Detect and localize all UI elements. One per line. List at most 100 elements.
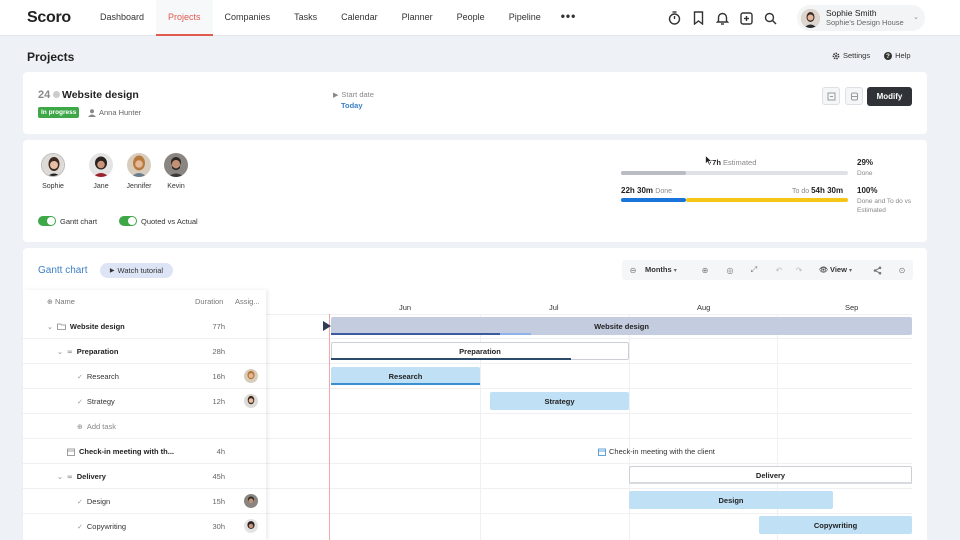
done-todo-percent-label: Done and To do vs Estimated — [857, 198, 912, 214]
zoom-out-icon[interactable]: ⊖ — [625, 262, 641, 278]
phase-icon: ≂ — [66, 473, 73, 481]
toggle-switch[interactable] — [119, 216, 137, 226]
task-row-website-design[interactable]: ⌄ Website design — [47, 322, 125, 331]
progress-fill — [331, 383, 480, 385]
redo-icon[interactable]: ↷ — [791, 262, 807, 278]
settings-icon[interactable]: ⊙ — [894, 262, 910, 278]
today-marker-line — [329, 314, 330, 540]
nav-people[interactable]: People — [445, 0, 497, 36]
task-duration: 77h — [212, 322, 225, 331]
estimated-text: 77h Estimated — [708, 158, 757, 167]
project-owner[interactable]: Anna Hunter — [88, 108, 141, 117]
assignee-avatar[interactable] — [244, 494, 258, 508]
task-duration: 4h — [216, 447, 225, 456]
team-member-sophie[interactable]: Sophie — [33, 153, 73, 190]
watch-tutorial-button[interactable]: ▶ Watch tutorial — [100, 263, 173, 278]
bookmark-icon[interactable] — [690, 9, 706, 27]
gantt-bar-design[interactable]: Design — [629, 491, 833, 509]
done-todo-percent: 100% — [857, 186, 878, 195]
month-label-sep: Sep — [845, 303, 859, 312]
triangle-right-icon: ▶ — [333, 91, 339, 99]
assignee-avatar[interactable] — [244, 519, 258, 533]
scoro-logo[interactable]: Scoro — [27, 9, 71, 27]
estimated-progress-fill — [621, 171, 686, 175]
nav-calendar[interactable]: Calendar — [329, 0, 390, 36]
add-task-button[interactable]: ⊕ Add task — [77, 422, 116, 431]
progress-fill — [500, 333, 531, 335]
task-row-research[interactable]: ✓ Research — [77, 372, 119, 381]
zoom-level-select[interactable]: Months ▾ — [645, 265, 677, 274]
task-row-design[interactable]: ✓ Design — [77, 497, 110, 506]
nav-dashboard[interactable]: Dashboard — [88, 0, 156, 36]
todo-progress-fill — [686, 198, 848, 202]
more-menu-icon[interactable]: ••• — [553, 0, 585, 36]
task-icon: ✓ — [77, 498, 83, 506]
task-row-strategy[interactable]: ✓ Strategy — [77, 397, 115, 406]
nav-pipeline[interactable]: Pipeline — [497, 0, 553, 36]
gantt-milestone-check-in[interactable]: Check-in meeting with the client — [598, 447, 715, 456]
start-date-value[interactable]: Today — [341, 101, 363, 110]
task-row-preparation[interactable]: ⌄ ≂ Preparation — [57, 347, 118, 356]
user-menu[interactable]: Sophie Smith Sophie's Design House ⌄ — [797, 5, 925, 31]
avatar — [41, 153, 65, 177]
database-icon — [850, 92, 858, 100]
search-icon[interactable] — [762, 9, 778, 27]
toggle-switch[interactable] — [38, 216, 56, 226]
settings-label: Settings — [843, 51, 871, 60]
team-member-kevin[interactable]: Kevin — [156, 153, 196, 190]
fullscreen-icon[interactable]: ⤢ — [746, 262, 762, 278]
assignee-avatar[interactable] — [244, 394, 258, 408]
avatar — [164, 153, 188, 177]
task-duration: 15h — [212, 497, 225, 506]
modify-button[interactable]: Modify — [867, 87, 912, 106]
avatar — [127, 153, 151, 177]
calendar-icon — [67, 448, 75, 456]
team-member-jennifer[interactable]: Jennifer — [119, 153, 159, 190]
share-icon[interactable] — [869, 262, 885, 278]
database-button[interactable] — [845, 87, 863, 105]
view-select[interactable]: 👁 View ▾ — [819, 265, 852, 274]
user-company: Sophie's Design House — [826, 18, 904, 27]
page-title: Projects — [27, 50, 75, 64]
help-link[interactable]: ? Help — [884, 51, 911, 60]
task-duration: 12h — [212, 397, 225, 406]
quoted-vs-actual-toggle[interactable]: Quoted vs Actual — [119, 216, 198, 226]
task-icon: ✓ — [77, 398, 83, 406]
task-row-check-in-meeting[interactable]: Check-in meeting with th... — [67, 447, 174, 456]
member-name: Sophie — [42, 183, 64, 190]
help-icon: ? — [884, 51, 893, 60]
top-nav: Scoro Dashboard Projects Companies Tasks… — [0, 0, 960, 36]
progress-fill — [331, 358, 571, 360]
task-row-copywriting[interactable]: ✓ Copywriting — [77, 522, 126, 531]
nav-planner[interactable]: Planner — [390, 0, 445, 36]
undo-icon[interactable]: ↶ — [771, 262, 787, 278]
archive-button[interactable] — [822, 87, 840, 105]
task-icon: ✓ — [77, 523, 83, 531]
add-icon[interactable] — [738, 9, 754, 27]
done-progress-fill — [621, 198, 686, 202]
chevron-down-icon: ⌄ — [57, 473, 63, 481]
bell-icon[interactable] — [714, 9, 730, 27]
team-member-jane[interactable]: Jane — [81, 153, 121, 190]
gantt-bar-strategy[interactable]: Strategy — [490, 392, 629, 410]
svg-text:?: ? — [886, 54, 890, 60]
start-date-label: ▶ Start date — [333, 90, 374, 99]
status-badge[interactable]: In progress — [38, 107, 80, 118]
chevron-down-icon: ⌄ — [57, 348, 63, 356]
task-icon: ✓ — [77, 373, 83, 381]
task-duration: 30h — [212, 522, 225, 531]
zoom-in-icon[interactable]: ⊕ — [697, 262, 713, 278]
task-row-delivery[interactable]: ⌄ ≂ Delivery — [57, 472, 106, 481]
nav-tasks[interactable]: Tasks — [282, 0, 329, 36]
member-name: Jennifer — [126, 183, 152, 190]
gantt-bar-copywriting[interactable]: Copywriting — [759, 516, 912, 534]
gantt-chart-toggle[interactable]: Gantt chart — [38, 216, 97, 226]
settings-link[interactable]: Settings — [832, 51, 870, 60]
user-avatar — [801, 8, 820, 28]
done-text: 22h 30m Done — [621, 186, 672, 195]
nav-projects[interactable]: Projects — [156, 0, 213, 36]
fit-to-screen-icon[interactable]: ◎ — [722, 262, 738, 278]
assignee-avatar[interactable] — [244, 369, 258, 383]
nav-companies[interactable]: Companies — [213, 0, 283, 36]
timer-icon[interactable] — [666, 9, 682, 27]
